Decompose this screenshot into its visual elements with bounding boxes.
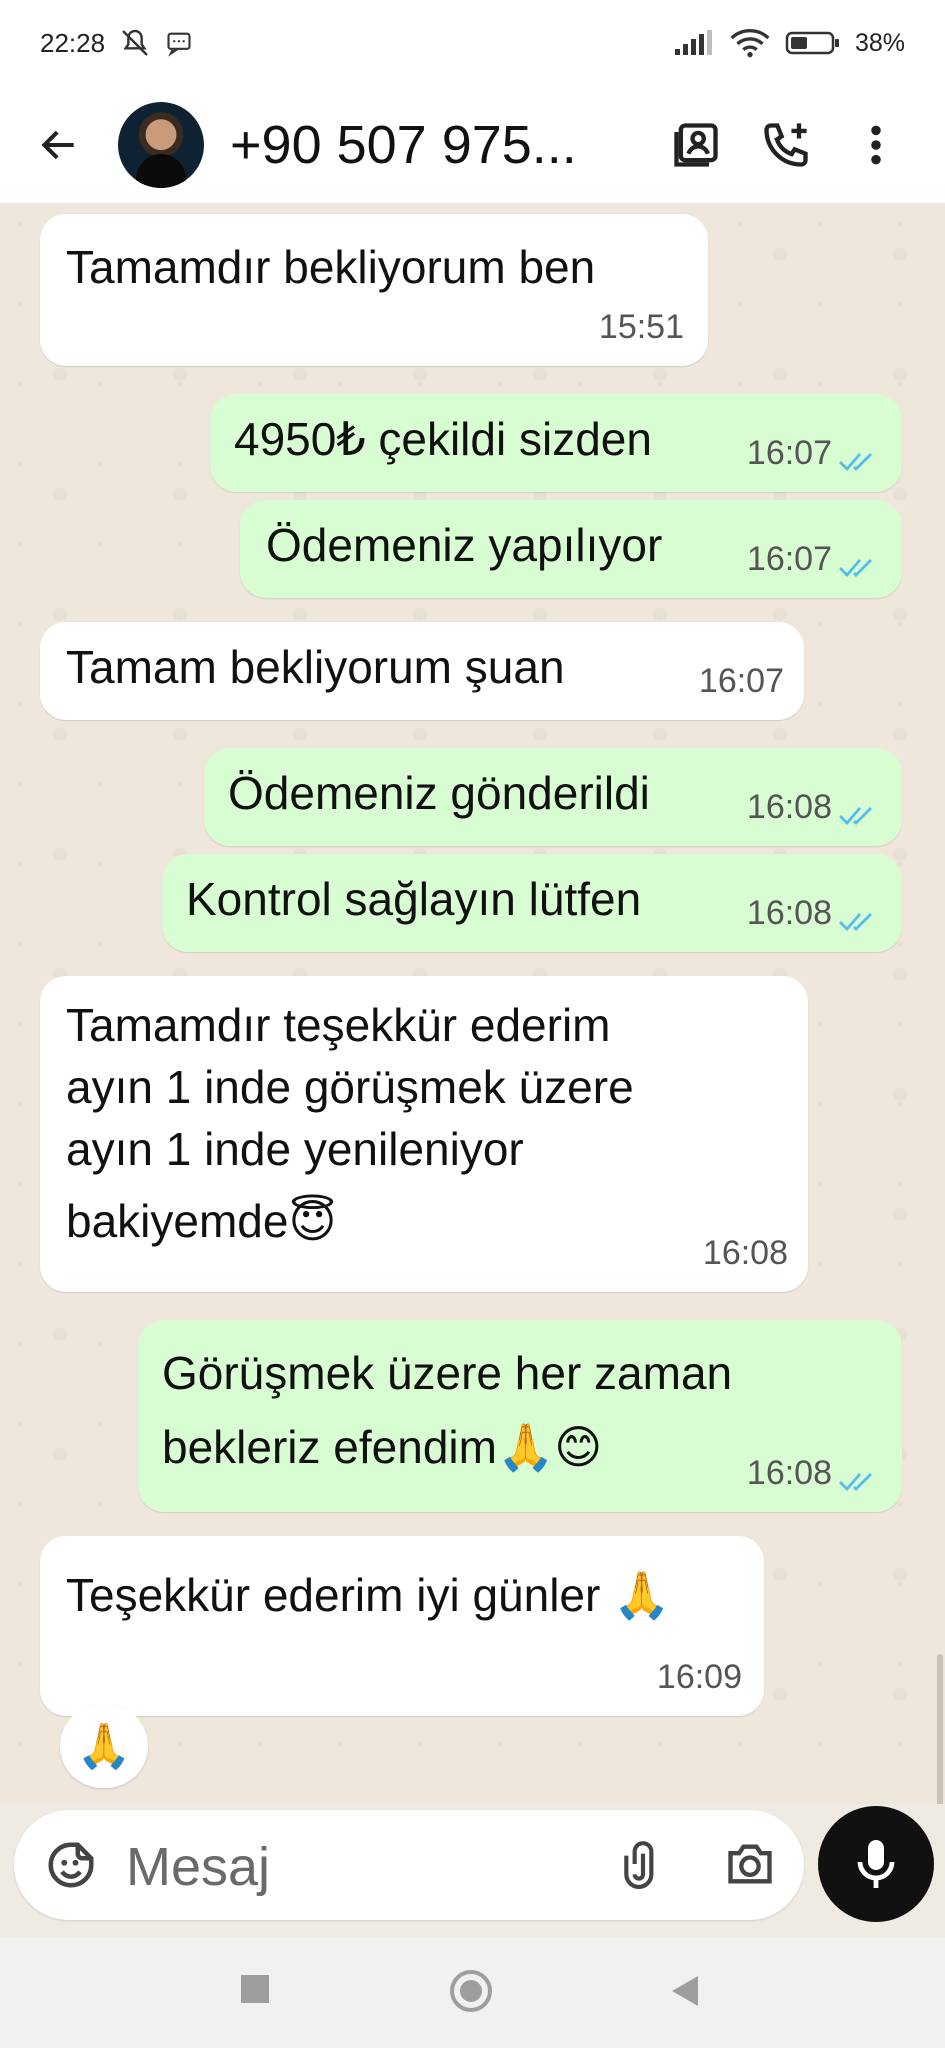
read-ticks-icon xyxy=(839,807,872,826)
message-incoming[interactable]: Teşekkür ederim iyi günler 🙏 16:09 xyxy=(40,1536,764,1716)
read-ticks-icon xyxy=(839,913,872,932)
add-call-icon[interactable] xyxy=(741,100,831,190)
message-time: 16:07 xyxy=(746,434,832,472)
message-icon xyxy=(167,32,191,57)
message-outgoing[interactable]: Ödemeniz yapılıyor 16:07 xyxy=(240,500,902,598)
message-text: Ödemeniz yapılıyor xyxy=(266,519,663,571)
message-incoming[interactable]: Tamamdır teşekkür ederim ayın 1 inde gör… xyxy=(40,976,808,1292)
scrollbar[interactable] xyxy=(937,1654,943,1804)
message-time: 16:07 xyxy=(698,662,784,700)
contact-card-icon[interactable] xyxy=(651,100,741,190)
contact-title[interactable]: +90 507 975... xyxy=(230,114,651,176)
reaction-chip[interactable]: 🙏 xyxy=(60,1704,148,1788)
message-incoming[interactable]: Tamam bekliyorum şuan 16:07 xyxy=(40,622,804,720)
attach-icon[interactable] xyxy=(618,1834,668,1894)
message-text: Tamam bekliyorum şuan xyxy=(66,641,565,693)
message-outgoing[interactable]: Görüşmek üzere her zaman bekleriz efendi… xyxy=(138,1320,902,1512)
battery-level: 38% xyxy=(854,28,905,57)
mic-button[interactable] xyxy=(818,1806,934,1922)
message-line: bekleriz efendim🙏😊 xyxy=(162,1421,603,1473)
message-line: Görüşmek üzere her zaman xyxy=(162,1347,733,1399)
read-ticks-icon xyxy=(839,559,872,578)
message-outgoing[interactable]: 4950₺ çekildi sizden 16:07 xyxy=(210,394,902,492)
message-text: Ödemeniz gönderildi xyxy=(228,767,650,819)
back-arrow-icon[interactable] xyxy=(24,110,94,180)
sticker-icon[interactable] xyxy=(44,1838,98,1892)
read-ticks-icon xyxy=(839,453,872,472)
message-text: Kontrol sağlayın lütfen xyxy=(186,873,642,925)
status-left: 22:28 xyxy=(40,27,193,59)
back-icon[interactable] xyxy=(668,1974,702,2013)
message-list[interactable]: Tamamdır bekliyorum ben 15:51 4950₺ çeki… xyxy=(0,204,945,1804)
message-time: 16:08 xyxy=(746,894,832,932)
message-time: 16:08 xyxy=(746,1454,832,1492)
reaction-emoji: 🙏 xyxy=(76,1722,132,1771)
chat-header: +90 507 975... xyxy=(0,86,945,204)
status-right: 38% xyxy=(673,28,905,58)
home-icon[interactable] xyxy=(448,1968,494,2019)
status-bar: 22:28 38% xyxy=(0,0,945,86)
message-time: 16:08 xyxy=(746,788,832,826)
read-ticks-icon xyxy=(839,1473,872,1492)
avatar[interactable] xyxy=(118,101,204,188)
message-input-bar[interactable]: Mesaj xyxy=(14,1810,804,1920)
status-time: 22:28 xyxy=(40,27,106,58)
message-input[interactable]: Mesaj xyxy=(126,1836,270,1898)
message-text: 4950₺ çekildi sizden xyxy=(234,413,652,465)
message-text: Tamamdır bekliyorum ben xyxy=(66,241,596,293)
message-time: 16:09 xyxy=(656,1658,742,1696)
wifi-icon xyxy=(730,29,770,58)
message-text: Tamamdır teşekkür ederim ayın 1 inde gör… xyxy=(66,994,634,1252)
message-time: 16:08 xyxy=(702,1234,788,1272)
message-time: 16:07 xyxy=(746,540,832,578)
message-line: bakiyemde😇 xyxy=(66,1195,337,1247)
signal-icon xyxy=(674,30,712,55)
more-icon[interactable] xyxy=(831,100,921,190)
message-text: Görüşmek üzere her zaman bekleriz efendi… xyxy=(162,1336,732,1484)
mute-icon xyxy=(122,29,148,56)
mic-icon xyxy=(857,1840,895,1888)
recents-icon[interactable] xyxy=(240,1974,270,2009)
message-line: Tamamdır teşekkür ederim xyxy=(66,999,611,1051)
message-line: ayın 1 inde görüşmek üzere xyxy=(66,1061,634,1113)
system-nav-bar xyxy=(0,1938,945,2048)
message-time: 15:51 xyxy=(598,308,684,346)
battery-icon xyxy=(785,31,839,55)
message-outgoing[interactable]: Ödemeniz gönderildi 16:08 xyxy=(204,748,902,846)
message-text: Teşekkür ederim iyi günler 🙏 xyxy=(66,1569,671,1621)
message-incoming[interactable]: Tamamdır bekliyorum ben 15:51 xyxy=(40,214,708,366)
message-outgoing[interactable]: Kontrol sağlayın lütfen 16:08 xyxy=(162,854,902,952)
camera-icon[interactable] xyxy=(722,1838,778,1890)
message-line: ayın 1 inde yenileniyor xyxy=(66,1123,524,1175)
